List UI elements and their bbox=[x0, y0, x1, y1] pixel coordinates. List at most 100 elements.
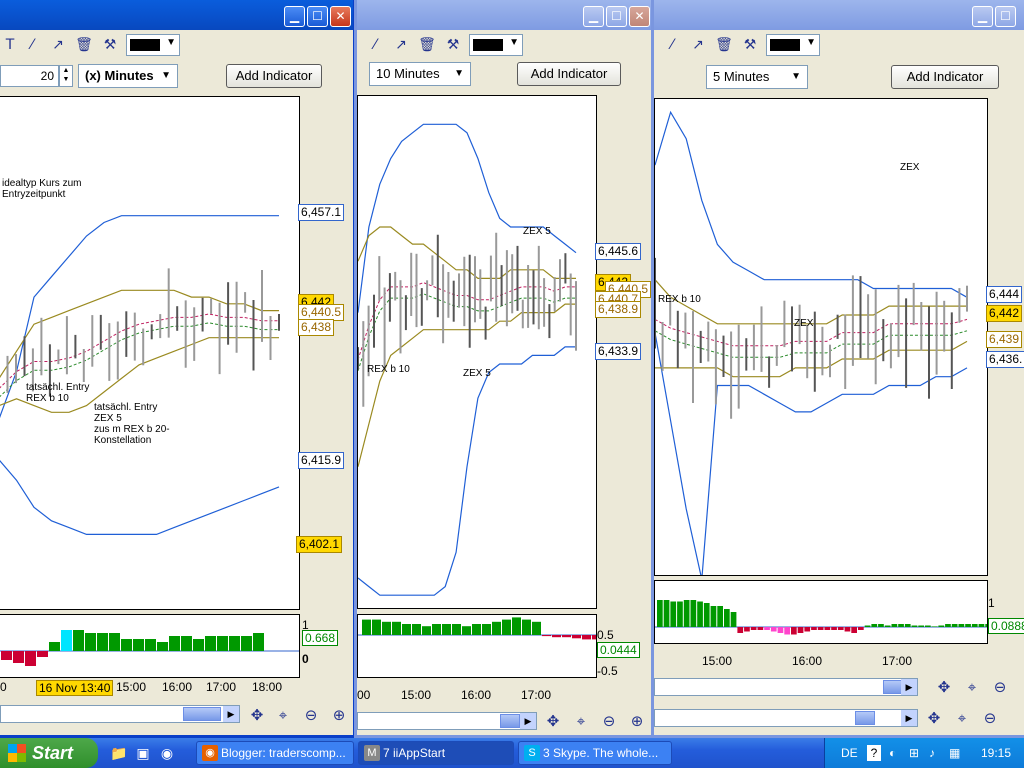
price-chart[interactable] bbox=[0, 96, 300, 610]
oscillator-value-label: 0.0888 bbox=[988, 618, 1024, 634]
scroll-thumb[interactable] bbox=[883, 680, 903, 694]
close-button[interactable]: ✕ bbox=[629, 6, 650, 27]
oscillator-panel[interactable] bbox=[0, 614, 300, 678]
zoom-out-icon[interactable]: ⊖ bbox=[990, 677, 1010, 697]
firefox-icon[interactable]: ◉ bbox=[158, 744, 176, 762]
trash-icon[interactable]: 🗑 bbox=[714, 35, 734, 55]
oscillator-panel[interactable] bbox=[654, 580, 988, 644]
trendline-icon[interactable]: ⁄ bbox=[662, 35, 682, 55]
add-indicator-button[interactable]: Add Indicator bbox=[226, 64, 322, 88]
start-button[interactable]: Start bbox=[0, 738, 98, 768]
tools-icon[interactable]: ⚒ bbox=[443, 35, 463, 55]
trash-icon[interactable]: 🗑 bbox=[417, 35, 437, 55]
zoom-in-icon[interactable]: ⊕ bbox=[627, 711, 647, 731]
horizontal-scrollbar[interactable]: ▶ bbox=[357, 712, 537, 730]
zoom-out-icon[interactable]: ⊖ bbox=[599, 711, 619, 731]
zoom-fit-icon[interactable]: ⌖ bbox=[273, 705, 293, 725]
color-picker[interactable]: ▼ bbox=[126, 34, 180, 56]
pan-icon[interactable]: ✥ bbox=[934, 677, 954, 697]
ray-icon[interactable]: ↗ bbox=[48, 35, 68, 55]
price-chart[interactable] bbox=[357, 95, 597, 609]
tools-icon[interactable]: ⚒ bbox=[100, 35, 120, 55]
timeframe-select[interactable]: 5 Minutes ▼ bbox=[706, 65, 808, 89]
scroll-right-icon[interactable]: ▶ bbox=[223, 706, 239, 722]
title-bar[interactable]: ▁ ☐ bbox=[654, 0, 1024, 30]
minimize-button[interactable]: ▁ bbox=[972, 6, 993, 27]
histogram-bar bbox=[205, 636, 216, 651]
chart-window-3[interactable]: ▁ ☐ ⁄ ↗ 🗑 ⚒ ▼ 5 Minutes ▼ Add Indicator 6… bbox=[651, 0, 1024, 738]
timeframe-select[interactable]: (x) Minutes ▼ bbox=[78, 64, 178, 88]
maximize-button[interactable]: ☐ bbox=[307, 6, 328, 27]
color-picker[interactable]: ▼ bbox=[469, 34, 523, 56]
scroll-thumb[interactable] bbox=[855, 711, 875, 725]
chart-annotation: ZEX 5 bbox=[523, 226, 551, 237]
pan-icon[interactable]: ✥ bbox=[543, 711, 563, 731]
scroll-thumb[interactable] bbox=[183, 707, 221, 721]
histogram-bar bbox=[697, 601, 703, 627]
title-bar[interactable]: ▁ ☐ ✕ bbox=[357, 0, 651, 30]
maximize-button[interactable]: ☐ bbox=[606, 6, 627, 27]
maximize-button[interactable]: ☐ bbox=[995, 6, 1016, 27]
zoom-out-icon[interactable]: ⊖ bbox=[980, 708, 1000, 728]
scroll-thumb[interactable] bbox=[500, 714, 520, 728]
trendline-icon[interactable]: ⁄ bbox=[22, 35, 42, 55]
trash-icon[interactable]: 🗑 bbox=[74, 35, 94, 55]
x-tick-label: 16 Nov 13:40 bbox=[36, 680, 114, 696]
folder-icon[interactable]: 📁 bbox=[110, 744, 128, 762]
taskbar-item-iiappstart[interactable]: M7 iiAppStart bbox=[358, 741, 514, 765]
zoom-in-icon[interactable]: ⊕ bbox=[329, 705, 349, 725]
language-indicator[interactable]: DE bbox=[841, 746, 858, 760]
period-stepper[interactable]: ▲ ▼ bbox=[59, 65, 73, 87]
horizontal-scrollbar[interactable]: ▶ bbox=[654, 678, 918, 696]
x-tick-label: 15:00 bbox=[702, 654, 733, 668]
scroll-right-icon[interactable]: ▶ bbox=[901, 710, 917, 726]
x-tick-label: 0 bbox=[0, 680, 7, 694]
color-swatch bbox=[770, 39, 800, 51]
desktop-icon[interactable]: ▣ bbox=[134, 744, 152, 762]
add-indicator-button[interactable]: Add Indicator bbox=[517, 62, 621, 86]
tray-sound-icon[interactable]: ♪ bbox=[929, 746, 935, 760]
add-indicator-button[interactable]: Add Indicator bbox=[891, 65, 999, 89]
title-bar[interactable]: ▁ ☐ ✕ bbox=[0, 0, 353, 30]
zoom-fit-icon[interactable]: ⌖ bbox=[962, 677, 982, 697]
ray-icon[interactable]: ↗ bbox=[391, 35, 411, 55]
value-label: 6,402.1 bbox=[296, 536, 343, 553]
chart-window-1[interactable]: ▁ ☐ ✕ T ⁄ ↗ 🗑 ⚒ ▼ 20 ▲ ▼ (x) Minutes ▼ Add… bbox=[0, 0, 356, 738]
color-picker[interactable]: ▼ bbox=[766, 34, 820, 56]
minimize-button[interactable]: ▁ bbox=[583, 6, 604, 27]
zoom-fit-icon[interactable]: ⌖ bbox=[571, 711, 591, 731]
timeframe-select[interactable]: 10 Minutes ▼ bbox=[369, 62, 471, 86]
tray-network-icon[interactable]: ⊞ bbox=[909, 746, 919, 760]
time-axis: 00 15:00 16:00 17:00 bbox=[357, 688, 597, 706]
zoom-fit-icon[interactable]: ⌖ bbox=[952, 708, 972, 728]
pan-icon[interactable]: ✥ bbox=[247, 705, 267, 725]
scroll-right-icon[interactable]: ▶ bbox=[520, 713, 536, 729]
value-label: 6,457.1 bbox=[298, 204, 345, 221]
oscillator-axis: 100.0888 bbox=[988, 580, 1024, 644]
text-tool-icon[interactable]: T bbox=[0, 35, 20, 55]
taskbar-item-blogger[interactable]: ◉ Blogger: traderscomp... bbox=[196, 741, 354, 765]
zoom-out-icon[interactable]: ⊖ bbox=[301, 705, 321, 725]
pan-icon[interactable]: ✥ bbox=[924, 708, 944, 728]
horizontal-scrollbar-2[interactable]: ▶ bbox=[654, 709, 918, 727]
histogram-bar bbox=[744, 627, 750, 632]
histogram-bar bbox=[864, 625, 871, 627]
ray-icon[interactable]: ↗ bbox=[688, 35, 708, 55]
minimize-button[interactable]: ▁ bbox=[284, 6, 305, 27]
histogram-bar bbox=[951, 624, 958, 627]
close-button[interactable]: ✕ bbox=[330, 6, 351, 27]
scroll-right-icon[interactable]: ▶ bbox=[901, 679, 917, 695]
help-icon[interactable]: ? bbox=[867, 745, 881, 761]
taskbar: Start 📁 ▣ ◉ ◉ Blogger: traderscomp... M7 … bbox=[0, 738, 1024, 768]
histogram-bar bbox=[562, 635, 571, 638]
trendline-icon[interactable]: ⁄ bbox=[365, 35, 385, 55]
oscillator-panel[interactable] bbox=[357, 614, 597, 678]
period-input[interactable]: 20 bbox=[0, 65, 59, 87]
tray-app-icon[interactable]: ◐ bbox=[889, 746, 896, 760]
chart-window-2[interactable]: ▁ ☐ ✕ ⁄ ↗ 🗑 ⚒ ▼ 10 Minutes ▼ Add Indicato… bbox=[354, 0, 654, 738]
tray-monitor-icon[interactable]: ▦ bbox=[949, 746, 960, 760]
horizontal-scrollbar[interactable]: ▶ bbox=[0, 705, 240, 723]
price-chart[interactable] bbox=[654, 98, 988, 576]
taskbar-item-skype[interactable]: S3 Skype. The whole... bbox=[518, 741, 672, 765]
tools-icon[interactable]: ⚒ bbox=[740, 35, 760, 55]
